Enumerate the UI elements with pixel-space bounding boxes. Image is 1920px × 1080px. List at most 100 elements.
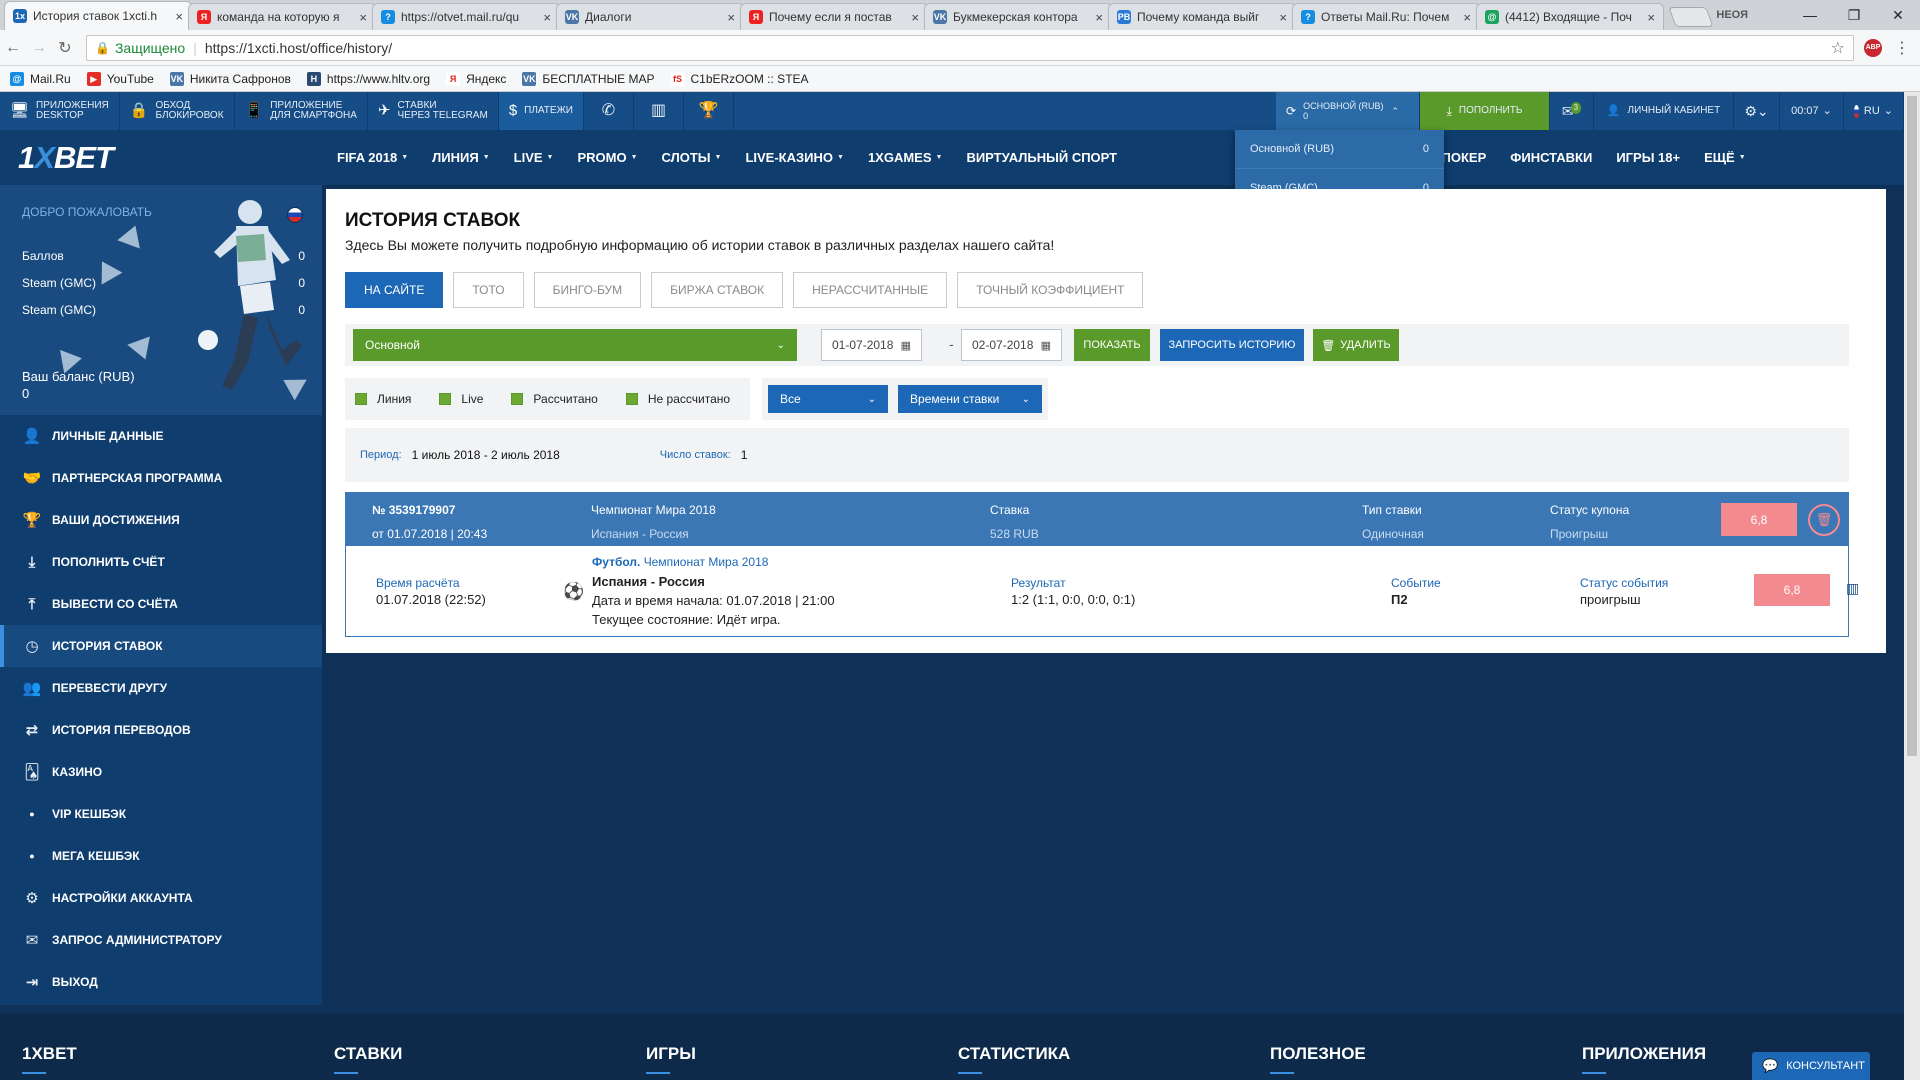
sidebar-item[interactable]: ● VIP КЕШБЭК [0,793,322,835]
browser-tab[interactable]: PB Почему команда выйг × [1108,3,1296,30]
footer-column-heading[interactable]: ИГРЫ [646,1044,696,1074]
request-history-button[interactable]: ЗАПРОСИТЬ ИСТОРИЮ [1160,329,1304,361]
sidebar-item[interactable]: ✉ ЗАПРОС АДМИНИСТРАТОРУ [0,919,322,961]
checkbox-icon[interactable] [355,393,367,405]
1xbet-logo[interactable]: 1XBET [0,140,325,176]
type-select[interactable]: Все ⌄ [768,385,889,413]
browser-tab[interactable]: Якоманда на которую я × [188,3,376,30]
adblock-icon[interactable]: ABP [1864,38,1882,57]
legend-checkbox[interactable]: Live [439,392,483,406]
browser-tab[interactable]: ? Ответы Mail.Ru: Почем × [1292,3,1480,30]
balance-option[interactable]: Основной (RUB) 0 [1235,130,1444,169]
consultant-button[interactable]: 💬 КОНСУЛЬТАНТ [1752,1052,1870,1080]
sidebar-item[interactable]: ⇥ ВЫХОД [0,961,322,1003]
footer-column-heading[interactable]: ПОЛЕЗНОЕ [1270,1044,1366,1074]
browser-tab[interactable]: @ (4412) Входящие - Поч × [1476,3,1664,30]
nav-item[interactable]: 1XGAMES ▼ [856,150,955,165]
sidebar-item[interactable]: 👥 ПЕРЕВЕСТИ ДРУГУ [0,667,322,709]
topbar-link[interactable]: ✈ СТАВКИ ЧЕРЕЗ TELEGRAM [368,92,499,130]
history-tab[interactable]: БИНГО-БУМ [533,272,642,308]
topbar-link[interactable]: 🔒 ОБХОД БЛОКИРОВОК [120,92,235,130]
close-tab-icon[interactable]: × [1095,10,1103,25]
history-tab[interactable]: ТОТО [453,272,524,308]
bookmark-item[interactable]: VK Никита Сафронов [169,71,291,86]
checkbox-icon[interactable] [625,393,638,405]
close-tab-icon[interactable]: × [543,10,551,25]
chevron-up-icon[interactable]: ⌃ [1854,505,1869,526]
close-tab-icon[interactable]: × [359,10,367,25]
legend-checkbox[interactable]: Не рассчитано [625,392,730,406]
browser-profile-name[interactable]: НЕОЯ [1716,9,1748,21]
close-tab-icon[interactable]: × [1647,10,1655,25]
history-tab[interactable]: ТОЧНЫЙ КОЭФФИЦИЕНТ [957,272,1144,308]
delete-button[interactable]: 🗑 УДАЛИТЬ [1313,329,1399,361]
sidebar-item[interactable]: ◷ ИСТОРИЯ СТАВОК [0,625,322,667]
history-tab[interactable]: БИРЖА СТАВОК [651,272,784,308]
url-field[interactable]: 🔒 Защищено | https://1xcti.host/office/h… [86,34,1854,61]
close-tab-icon[interactable]: × [175,9,183,24]
nav-item[interactable]: ИГРЫ 18+ [1604,150,1692,165]
minimize-icon[interactable]: — [1788,7,1832,23]
close-tab-icon[interactable]: × [1463,10,1471,25]
bookmark-item[interactable]: @ Mail.Ru [10,71,71,86]
bookmark-item[interactable]: Я Яндекс [446,71,506,86]
forward-icon[interactable]: → [26,39,52,57]
bookmark-item[interactable]: fS C1bERzOOM :: STEA [670,71,809,86]
settings-button[interactable]: ⚙⌄ [1734,92,1780,130]
statistics-button[interactable]: ▥ [634,92,684,130]
nav-item[interactable]: FIFA 2018 ▼ [325,150,420,165]
sort-select[interactable]: Времени ставки ⌄ [898,385,1043,413]
browser-tab[interactable]: ? https://otvet.mail.ru/qu × [372,3,560,30]
close-tab-icon[interactable]: × [727,10,735,25]
bookmark-item[interactable]: ▶ YouTube [86,71,154,86]
legend-checkbox[interactable]: Рассчитано [511,392,598,406]
restore-icon[interactable]: ❐ [1832,7,1876,24]
checkbox-icon[interactable] [511,393,524,405]
nav-item[interactable]: ФИНСТАВКИ [1498,150,1604,165]
new-tab-button[interactable] [1668,7,1714,27]
sidebar-item[interactable]: ⤒ ВЫВЕСТИ СО СЧЁТА [0,583,322,625]
scrollbar-thumb[interactable] [1907,96,1917,756]
account-select[interactable]: Основной ⌄ [353,329,797,361]
footer-column-heading[interactable]: 1XBET [22,1044,77,1074]
sidebar-item[interactable]: ⇄ ИСТОРИЯ ПЕРЕВОДОВ [0,709,322,751]
language-selector[interactable]: RU ⌄ [1844,92,1904,130]
show-button[interactable]: ПОКАЗАТЬ [1074,329,1150,361]
back-icon[interactable]: ← [0,39,26,57]
bar-chart-icon[interactable]: ▥ [1846,580,1859,597]
topbar-link[interactable]: 📱 ПРИЛОЖЕНИЕ ДЛЯ СМАРТФОНА [235,92,368,130]
sidebar-item[interactable]: ⤓ ПОПОЛНИТЬ СЧЁТ [0,541,322,583]
browser-menu-icon[interactable]: ⋮ [1894,38,1914,58]
payments-button[interactable]: $ ПЛАТЕЖИ [498,92,584,130]
nav-item[interactable]: ВИРТУАЛЬНЫЙ СПОРТ [954,150,1129,165]
sidebar-item[interactable]: 🂡 КАЗИНО [0,751,322,793]
nav-item[interactable]: LIVE ▼ [502,150,566,165]
legend-checkbox[interactable]: Линия [355,392,411,406]
browser-tab[interactable]: Я Почему если я постав × [740,3,928,30]
delete-coupon-button[interactable]: 🗑 [1808,504,1840,536]
results-button[interactable]: 🏆 [684,92,734,130]
browser-tab[interactable]: 1x История ставок 1xcti.h × [4,1,192,30]
nav-item[interactable]: СЛОТЫ ▼ [650,150,734,165]
browser-tab[interactable]: VK Диалоги × [556,3,744,30]
footer-column-heading[interactable]: ПРИЛОЖЕНИЯ [1582,1044,1706,1074]
history-tab[interactable]: НЕРАССЧИТАННЫЕ [793,272,948,308]
checkbox-icon[interactable] [439,393,452,405]
clock-selector[interactable]: 00:07 ⌄ [1780,92,1844,130]
bookmark-item[interactable]: VK БЕСПЛАТНЫЕ МАР [522,71,655,86]
bookmark-item[interactable]: Hhttps://www.hltv.org [306,71,430,86]
bookmark-star-icon[interactable]: ☆ [1831,38,1845,58]
page-scrollbar[interactable] [1904,92,1920,1080]
messages-button[interactable]: ✉ 3 [1550,92,1594,130]
nav-item[interactable]: PROMO ▼ [565,150,649,165]
close-window-icon[interactable]: ✕ [1876,7,1920,24]
deposit-button[interactable]: ⤓ ПОПОЛНИТЬ [1420,92,1550,130]
sidebar-item[interactable]: 👤 ЛИЧНЫЕ ДАННЫЕ [0,415,322,457]
reload-icon[interactable]: ↻ [52,38,78,58]
account-selector[interactable]: ⟳ ОСНОВНОЙ (RUB) 0 ⌃ [1276,92,1420,130]
close-tab-icon[interactable]: × [1279,10,1287,25]
history-tab[interactable]: НА САЙТЕ [345,272,444,308]
browser-tab[interactable]: VK Букмекерская контора × [924,3,1112,30]
footer-column-heading[interactable]: СТАТИСТИКА [958,1044,1070,1074]
coupon-header[interactable]: № 3539179907 от 01.07.2018 | 20:43 Чемпи… [346,493,1869,546]
